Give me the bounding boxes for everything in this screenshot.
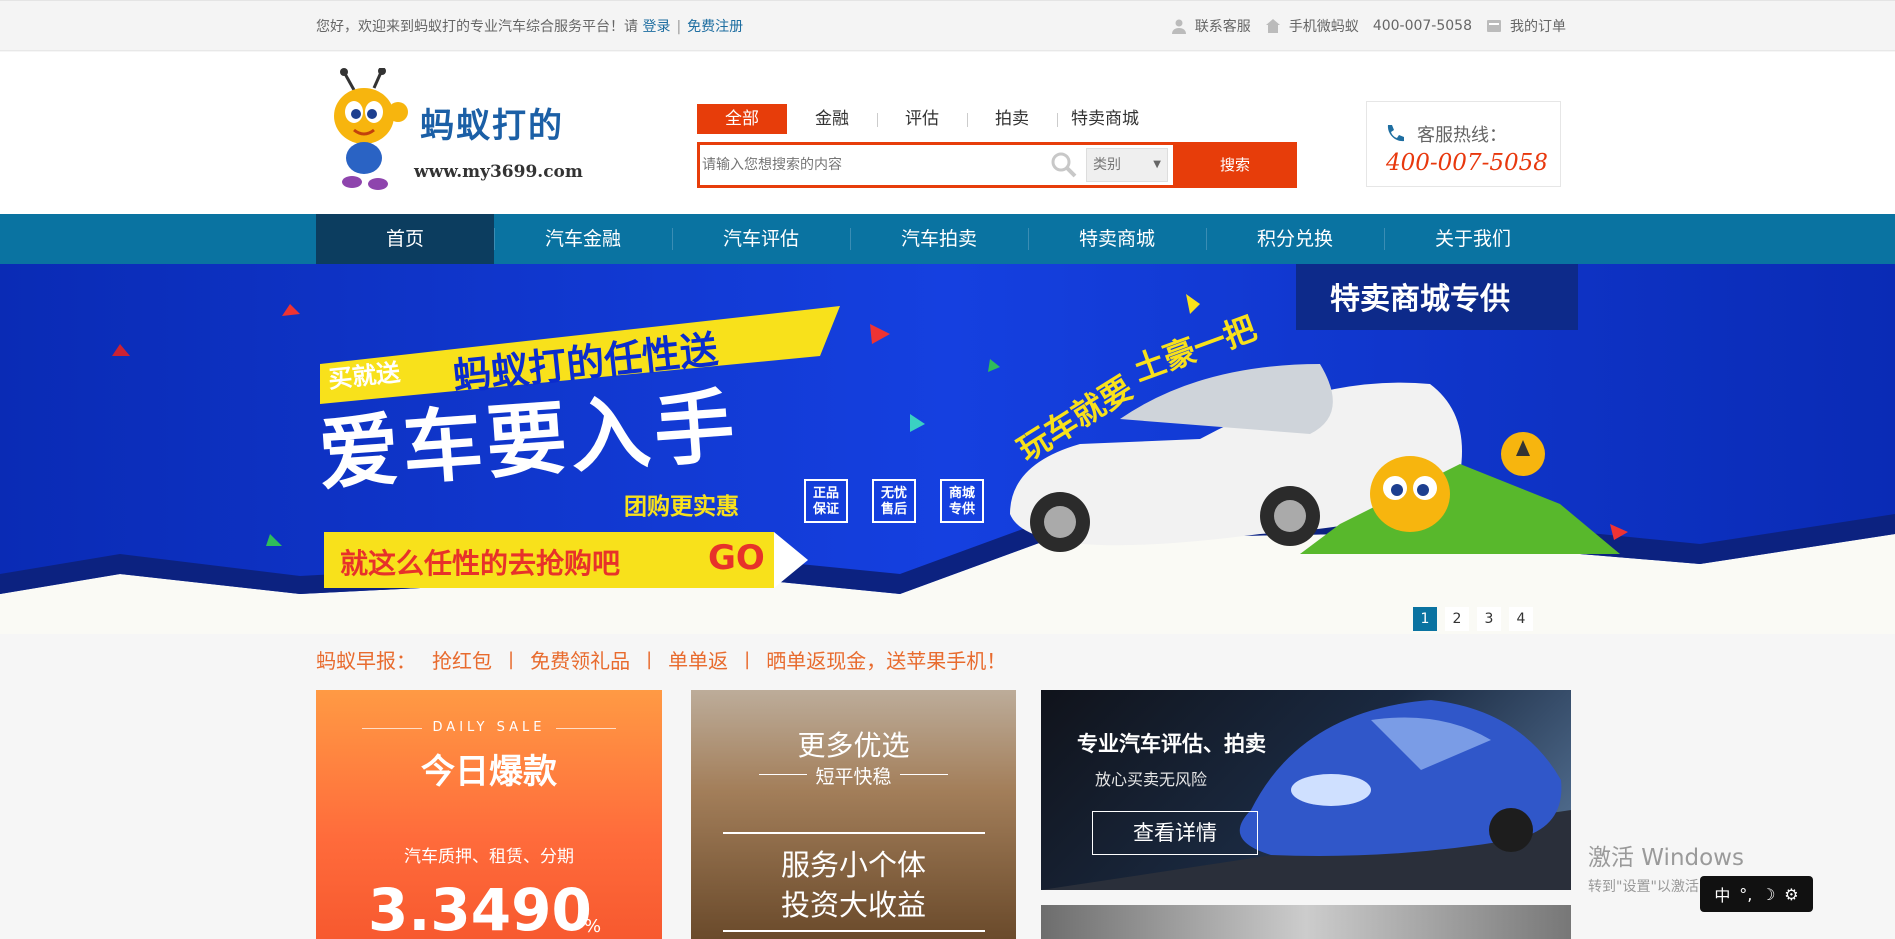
daily-sale-en: DAILY SALE	[432, 720, 546, 735]
mobile-ant-link[interactable]: 手机微蚂蚁	[1289, 16, 1359, 36]
main-nav: 首页 汽车金融 汽车评估 汽车拍卖 特卖商城 积分兑换 关于我们	[0, 214, 1895, 264]
ime-toolbar[interactable]: 中 °, ☽ ⚙	[1700, 876, 1813, 912]
more-picks-line1: 服务小个体	[780, 848, 926, 882]
welcome-text: 您好，欢迎来到蚂蚁打的专业汽车综合服务平台！请	[316, 19, 638, 35]
banner-page-1[interactable]: 1	[1413, 607, 1437, 631]
search-tab-finance[interactable]: 金融	[787, 104, 877, 134]
car-card-sub: 放心买卖无风险	[1095, 770, 1208, 789]
hotline-number: 400-007-5058	[1386, 150, 1548, 176]
view-details-button[interactable]: 查看详情	[1092, 811, 1258, 855]
nav-points[interactable]: 积分兑换	[1206, 214, 1384, 264]
daily-sale-unit: %	[584, 916, 602, 937]
header: 蚂蚁打的 www.my3699.com 全部 金融 评估 拍卖 特卖商城 类别 ▼…	[0, 52, 1895, 214]
banner-corner-label: 特卖商城专供	[1330, 282, 1510, 317]
contact-service-link[interactable]: 联系客服	[1195, 16, 1251, 36]
badge-mall: 商城专供	[948, 486, 975, 517]
news-item[interactable]: 晒单返现金，送苹果手机！	[766, 645, 1006, 674]
news-label: 蚂蚁早报：	[316, 649, 416, 673]
nav-home[interactable]: 首页	[316, 214, 494, 264]
register-link[interactable]: 免费注册	[687, 19, 743, 35]
user-icon	[1171, 18, 1187, 34]
ime-punct-icon[interactable]: °,	[1739, 885, 1752, 904]
search-box: 类别 ▼ 搜索	[697, 142, 1297, 188]
order-icon	[1486, 18, 1502, 34]
banner-go-button[interactable]: GO	[708, 538, 765, 578]
news-ticker: 蚂蚁早报： 抢红包 | 免费领礼品 | 单单返 | 晒单返现金，送苹果手机！	[316, 645, 1006, 674]
banner-cta[interactable]: 就这么任性的去抢购吧	[340, 542, 620, 582]
search-tabs: 全部 金融 评估 拍卖 特卖商城	[697, 104, 1153, 134]
ime-mode[interactable]: 中	[1714, 882, 1730, 906]
search-tab-all[interactable]: 全部	[697, 104, 787, 134]
news-item[interactable]: 单单返	[668, 645, 728, 674]
badge-aftersale: 无忧售后	[880, 486, 907, 517]
banner-art	[0, 264, 1895, 594]
nav-about[interactable]: 关于我们	[1384, 214, 1562, 264]
logo-url: www.my3699.com	[414, 162, 583, 182]
banner-pagination: 1 2 3 4	[1413, 607, 1533, 631]
nav-mall[interactable]: 特卖商城	[1028, 214, 1206, 264]
more-picks-card[interactable]: 更多优选 短平快稳 服务小个体 投资大收益	[691, 690, 1016, 939]
nav-car-auction[interactable]: 汽车拍卖	[850, 214, 1028, 264]
top-links: 联系客服 手机微蚂蚁 400-007-5058 我的订单	[1171, 16, 1572, 36]
site-logo[interactable]: 蚂蚁打的 www.my3699.com	[326, 67, 586, 194]
nav-car-evaluate[interactable]: 汽车评估	[672, 214, 850, 264]
search-tab-mall[interactable]: 特卖商城	[1057, 104, 1153, 134]
hotline-box: 客服热线： 400-007-5058	[1366, 101, 1561, 187]
activation-title: 激活 Windows	[1588, 845, 1744, 871]
daily-sale-rate: 3.3490	[368, 876, 592, 939]
banner-page-2[interactable]: 2	[1445, 607, 1469, 631]
ant-mascot-icon	[334, 67, 408, 190]
top-phone: 400-007-5058	[1372, 18, 1472, 34]
category-select[interactable]: 类别 ▼	[1086, 148, 1168, 182]
nav-car-finance[interactable]: 汽车金融	[494, 214, 672, 264]
search-button[interactable]: 搜索	[1173, 142, 1297, 188]
badge-genuine: 正品保证	[812, 486, 839, 517]
blue-car-illustration	[1041, 700, 1571, 890]
banner-slogan: 团购更实惠	[624, 494, 739, 520]
banner-page-4[interactable]: 4	[1509, 607, 1533, 631]
car-card-title: 专业汽车评估、拍卖	[1077, 732, 1266, 756]
my-orders-link[interactable]: 我的订单	[1510, 16, 1566, 36]
gear-icon[interactable]: ⚙	[1784, 885, 1798, 904]
more-picks-line2: 投资大收益	[780, 888, 926, 922]
moon-icon[interactable]: ☽	[1761, 885, 1775, 904]
daily-sale-card[interactable]: DAILY SALE 今日爆款 汽车质押、租赁、分期 3.3490 %	[316, 690, 662, 939]
daily-sale-title: 今日爆款	[421, 752, 557, 792]
hotline-label: 客服热线：	[1417, 125, 1507, 146]
logo-title: 蚂蚁打的	[420, 106, 564, 146]
daily-sale-sub: 汽车质押、租赁、分期	[404, 847, 574, 867]
chevron-down-icon: ▼	[1153, 159, 1161, 170]
login-link[interactable]: 登录	[642, 19, 670, 35]
news-item[interactable]: 抢红包	[432, 645, 492, 674]
banner-page-3[interactable]: 3	[1477, 607, 1501, 631]
search-tab-auction[interactable]: 拍卖	[967, 104, 1057, 134]
search-input[interactable]	[702, 149, 1082, 181]
more-picks-sub: 短平快稳	[815, 766, 892, 788]
search-tab-evaluate[interactable]: 评估	[877, 104, 967, 134]
car-service-card[interactable]: 专业汽车评估、拍卖 放心买卖无风险 查看详情	[1041, 690, 1571, 890]
top-bar: 您好，欢迎来到蚂蚁打的专业汽车综合服务平台！请 登录 | 免费注册 联系客服 手机微…	[0, 0, 1895, 51]
second-promo-card[interactable]	[1041, 905, 1571, 939]
home-icon	[1265, 18, 1281, 34]
category-label: 类别	[1093, 157, 1121, 173]
hero-banner[interactable]: 特卖商城专供 买就送 蚂蚁打的任性送 爱车要入手 团购更实惠 正品保证 无忧售后…	[0, 264, 1895, 634]
phone-icon	[1387, 125, 1404, 142]
welcome-area: 您好，欢迎来到蚂蚁打的专业汽车综合服务平台！请 登录 | 免费注册	[316, 19, 744, 35]
more-picks-title: 更多优选	[797, 729, 910, 762]
search-icon	[1051, 152, 1077, 178]
news-item[interactable]: 免费领礼品	[530, 645, 630, 674]
